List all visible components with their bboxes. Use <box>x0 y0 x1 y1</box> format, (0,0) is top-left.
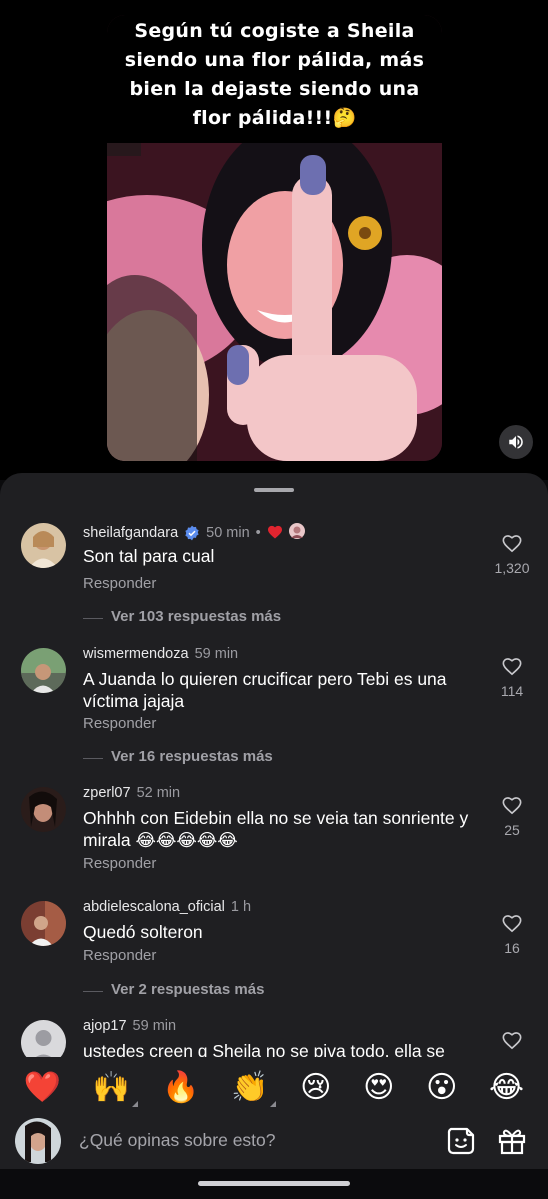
like-button[interactable]: 16 <box>488 913 536 956</box>
comment-meta: sheilafgandara 50 min • <box>83 523 305 543</box>
comment-meta: zperl07 52 min <box>83 785 180 801</box>
view-more-replies-label[interactable]: Ver 2 respuestas más <box>111 981 264 998</box>
comment-item: ajop17 59 min ustedes creen q Sheila no … <box>0 1018 548 1058</box>
sound-toggle-button[interactable] <box>499 425 533 459</box>
verified-badge-icon <box>184 525 200 541</box>
comment-text: Quedó solteron <box>83 922 203 942</box>
emoji-surprised-button[interactable]: 😮 <box>426 1073 457 1103</box>
emoji-raising-hands-button[interactable]: 🙌 <box>92 1070 139 1107</box>
like-count: 25 <box>504 822 520 838</box>
avatar[interactable] <box>21 1020 66 1058</box>
sticker-button[interactable] <box>445 1125 477 1157</box>
emoji-fire-button[interactable]: 🔥 <box>162 1073 199 1103</box>
view-more-replies[interactable]: Ver 16 respuestas más <box>0 748 548 768</box>
comment-meta: wismermendoza 59 min <box>83 646 238 662</box>
sticker-icon <box>447 1127 475 1155</box>
system-nav-bar <box>0 1169 548 1199</box>
creator-avatar <box>288 523 305 543</box>
comment-input-row: ¿Qué opinas sobre esto? <box>0 1113 548 1169</box>
comment-time: 1 h <box>230 899 252 915</box>
view-more-replies-label[interactable]: Ver 103 respuestas más <box>111 608 281 625</box>
avatar[interactable] <box>21 648 66 693</box>
like-count: 114 <box>500 683 524 699</box>
quick-emoji-bar: ❤️ 🙌 🔥 👏 😢 😍 😮 😂 <box>0 1057 548 1119</box>
heart-outline-icon <box>502 915 522 933</box>
speaker-icon <box>509 435 523 449</box>
comment-username[interactable]: zperl07 <box>83 785 131 801</box>
video-caption: Según tú cogiste a Sheila siendo una flo… <box>107 15 442 143</box>
skin-tone-indicator <box>132 1101 139 1107</box>
video-player[interactable]: SOS Según tú cogiste a Sheila siendo una… <box>107 15 442 461</box>
reply-button[interactable]: Responder <box>83 855 156 872</box>
comment-input[interactable]: ¿Qué opinas sobre esto? <box>79 1130 276 1151</box>
comment-text: Ohhhh con Eidebin ella no se veia tan so… <box>83 808 469 850</box>
emoji-clapping-label: 👏 <box>231 1070 269 1105</box>
emoji-laughing-button[interactable]: 😂 <box>489 1073 524 1103</box>
reply-button[interactable]: Responder <box>83 575 156 592</box>
avatar[interactable] <box>21 523 66 568</box>
divider-line <box>83 991 103 992</box>
heart-outline-icon <box>502 797 522 815</box>
comment-username[interactable]: wismermendoza <box>83 646 189 662</box>
separator-dot: • <box>255 525 261 541</box>
avatar[interactable] <box>21 787 66 832</box>
divider-line <box>83 618 103 619</box>
heart-outline-icon <box>502 658 522 676</box>
video-area: SOS Según tú cogiste a Sheila siendo una… <box>0 0 548 480</box>
comment-meta: abdielescalona_oficial 1 h <box>83 899 251 915</box>
heart-outline-icon <box>502 1032 522 1050</box>
divider-line <box>83 758 103 759</box>
like-count: 16 <box>504 940 520 956</box>
gift-icon <box>498 1129 526 1155</box>
gift-button[interactable] <box>496 1125 528 1157</box>
creator-liked-heart-icon <box>267 524 283 543</box>
comment-time: 52 min <box>136 785 181 801</box>
comment-meta: ajop17 59 min <box>83 1018 176 1034</box>
like-button[interactable]: 25 <box>488 795 536 838</box>
like-count: 1,320 <box>494 560 530 576</box>
comment-username[interactable]: ajop17 <box>83 1018 127 1034</box>
view-more-replies-label[interactable]: Ver 16 respuestas más <box>111 748 273 765</box>
view-more-replies[interactable]: Ver 103 respuestas más <box>0 608 548 628</box>
emoji-heart-eyes-button[interactable]: 😍 <box>363 1073 394 1103</box>
skin-tone-indicator <box>270 1101 277 1107</box>
comment-username[interactable]: abdielescalona_oficial <box>83 899 225 915</box>
reply-button[interactable]: Responder <box>83 947 156 964</box>
emoji-crying-button[interactable]: 😢 <box>300 1073 331 1103</box>
comment-text: Son tal para cual <box>83 546 215 566</box>
emoji-clapping-button[interactable]: 👏 <box>231 1070 277 1107</box>
comment-time: 59 min <box>194 646 239 662</box>
heart-outline-icon <box>502 535 522 553</box>
like-button[interactable]: 1,320 <box>488 533 536 576</box>
home-indicator[interactable] <box>198 1181 350 1186</box>
emoji-heart-button[interactable]: ❤️ <box>24 1073 61 1103</box>
comment-text: ustedes creen q Sheila no se piva todo, … <box>83 1041 445 1058</box>
like-button[interactable]: 114 <box>488 656 536 699</box>
comment-username[interactable]: sheilafgandara <box>83 525 178 541</box>
view-more-replies[interactable]: Ver 2 respuestas más <box>0 981 548 1001</box>
reply-button[interactable]: Responder <box>83 715 156 732</box>
comment-text: A Juanda lo quieren crucificar pero Tebi… <box>83 669 447 711</box>
avatar[interactable] <box>21 901 66 946</box>
comment-time: 50 min <box>206 525 250 541</box>
emoji-raising-hands-label: 🙌 <box>92 1070 131 1105</box>
my-avatar <box>15 1118 61 1164</box>
comment-time: 59 min <box>132 1018 177 1034</box>
sheet-drag-handle[interactable] <box>254 488 294 492</box>
like-button[interactable] <box>488 1030 536 1055</box>
